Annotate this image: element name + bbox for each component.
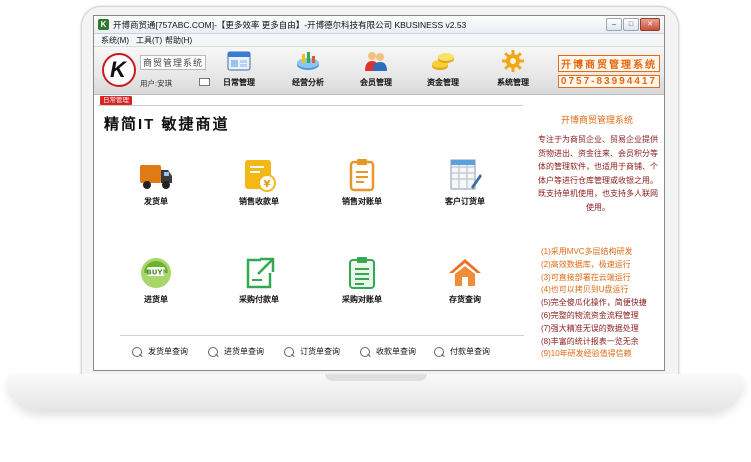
- buy-tag-icon: BUY!: [138, 255, 174, 291]
- feature-item: (5)完全傻瓜化操作，简便快捷: [541, 298, 647, 308]
- search-icon: [132, 346, 142, 357]
- minimize-button[interactable]: –: [606, 18, 622, 31]
- contact-name: 开博商贸管理系统: [557, 55, 660, 72]
- contact-banner: 开博商贸管理系统 0757-83994417: [557, 55, 660, 91]
- feature-item: (3)可直接部署在云端运行: [541, 272, 631, 282]
- section-tag: 日常管理: [100, 96, 132, 105]
- func-sales-statement[interactable]: 销售对账单: [322, 157, 402, 207]
- spreadsheet-pen-icon: [447, 157, 483, 193]
- feature-list: (1)采用MVC多层结构研发 (2)高效数据库，极速运行 (3)可直接部署在云端…: [541, 246, 663, 361]
- func-label: 采购付款单: [239, 295, 279, 304]
- feature-item: (8)丰富的统计报表一览无余: [541, 336, 639, 346]
- toolbar: K 商贸管理系统 用户:安琪 日常管理 经营分析 会员管理 资金管理 系统管理 …: [94, 47, 664, 95]
- yen-receipt-icon: ¥: [241, 157, 277, 193]
- query-label: 收款单查询: [376, 347, 416, 356]
- func-sales-receipt[interactable]: ¥ 销售收款单: [219, 157, 299, 207]
- func-label: 销售收款单: [239, 197, 279, 206]
- window-title: 开博商贸通[757ABC.COM]-【更多效率 更多自由】-开博德尔科技有限公司…: [113, 20, 467, 30]
- func-label: 销售对账单: [342, 197, 382, 206]
- func-label: 存货查询: [449, 295, 481, 304]
- toolbar-fund-management[interactable]: 资金管理: [416, 50, 470, 88]
- func-purchase-statement[interactable]: 采购对账单: [322, 255, 402, 305]
- feature-item: (2)高效数据库，极速运行: [541, 259, 631, 269]
- app-window: K 开博商贸通[757ABC.COM]-【更多效率 更多自由】-开博德尔科技有限…: [93, 15, 665, 371]
- logo: K: [102, 53, 136, 87]
- search-icon: [208, 346, 218, 357]
- maximize-button[interactable]: □: [623, 18, 639, 31]
- gear-icon: [501, 50, 525, 72]
- laptop-base: [8, 374, 743, 410]
- close-button[interactable]: ✕: [640, 18, 660, 31]
- slogan: 精简IT 敏捷商道: [104, 116, 230, 133]
- query-purchase-order[interactable]: 进货单查询: [208, 346, 264, 357]
- toolbar-business-analysis[interactable]: 经营分析: [281, 50, 335, 88]
- coins-icon: [431, 50, 455, 72]
- func-label: 进货单: [144, 295, 168, 304]
- app-icon: K: [98, 19, 109, 30]
- query-label: 发货单查询: [148, 347, 188, 356]
- clipboard-icon: [344, 157, 380, 193]
- func-label: 客户订货单: [445, 197, 485, 206]
- house-icon: [447, 255, 483, 291]
- toolbar-daily-management[interactable]: 日常管理: [212, 50, 266, 88]
- svg-text:¥: ¥: [264, 179, 271, 190]
- laptop-notch: [325, 374, 427, 381]
- toolbar-label: 会员管理: [360, 78, 392, 87]
- menu-system[interactable]: 系统(M): [101, 35, 129, 46]
- feature-item: (7)强大精准无误的数据处理: [541, 323, 639, 333]
- feature-item: (6)完整的物流资金流程管理: [541, 310, 639, 320]
- func-inventory-query[interactable]: 存货查询: [425, 255, 505, 305]
- query-delivery-order[interactable]: 发货单查询: [132, 346, 188, 357]
- svg-text:BUY!: BUY!: [146, 269, 165, 277]
- info-description: 专注于为商贸企业、贸易企业提供货物进出、资金往来、会员积分等体的管理软件，也适用…: [538, 135, 658, 212]
- toolbar-label: 经营分析: [292, 78, 324, 87]
- func-label: 采购对账单: [342, 295, 382, 304]
- menu-help[interactable]: 帮助(H): [165, 35, 192, 46]
- search-icon: [434, 346, 444, 357]
- func-purchase-payment[interactable]: 采购付款单: [219, 255, 299, 305]
- feature-item: (9)10年研发经验值得信赖: [541, 349, 632, 359]
- toolbar-label: 资金管理: [427, 78, 459, 87]
- toolbar-system-management[interactable]: 系统管理: [486, 50, 540, 88]
- toolbar-member-management[interactable]: 会员管理: [349, 50, 403, 88]
- contact-phone: 0757-83994417: [557, 75, 660, 88]
- brand-name: 商贸管理系统: [140, 55, 207, 70]
- current-user: 用户:安琪: [140, 79, 173, 88]
- feature-item: (1)采用MVC多层结构研发: [541, 247, 633, 256]
- title-bar: K 开博商贸通[757ABC.COM]-【更多效率 更多自由】-开博德尔科技有限…: [94, 16, 664, 34]
- feature-item: (4)也可以拷贝到U盘运行: [541, 285, 629, 295]
- members-icon: [364, 50, 388, 72]
- section-divider: [98, 105, 523, 106]
- query-label: 订货单查询: [300, 347, 340, 356]
- chart-disc-icon: [296, 50, 320, 72]
- search-icon: [360, 346, 370, 357]
- truck-icon: [138, 157, 174, 193]
- query-receipt[interactable]: 收款单查询: [360, 346, 416, 357]
- func-purchase-order[interactable]: BUY! 进货单: [116, 255, 196, 305]
- func-delivery-order[interactable]: 发货单: [116, 157, 196, 207]
- query-divider: [120, 335, 524, 336]
- window-controls: – □ ✕: [605, 18, 660, 31]
- query-customer-order[interactable]: 订货单查询: [284, 346, 340, 357]
- query-payment[interactable]: 付款单查询: [434, 346, 490, 357]
- menu-bar: 系统(M) 工具(T) 帮助(H): [94, 34, 664, 47]
- func-label: 发货单: [144, 197, 168, 206]
- toolbar-label: 日常管理: [223, 78, 255, 87]
- toolbar-label: 系统管理: [497, 78, 529, 87]
- func-customer-order[interactable]: 客户订货单: [425, 157, 505, 207]
- menu-tools[interactable]: 工具(T): [136, 35, 162, 46]
- checklist-icon: [344, 255, 380, 291]
- info-title: 开博商贸管理系统: [560, 115, 633, 125]
- query-label: 进货单查询: [224, 347, 264, 356]
- search-icon: [284, 346, 294, 357]
- query-label: 付款单查询: [450, 347, 490, 356]
- daily-window-icon: [227, 50, 251, 72]
- mail-icon[interactable]: [199, 78, 210, 86]
- logo-k: K: [110, 57, 126, 82]
- export-edit-icon: [241, 255, 277, 291]
